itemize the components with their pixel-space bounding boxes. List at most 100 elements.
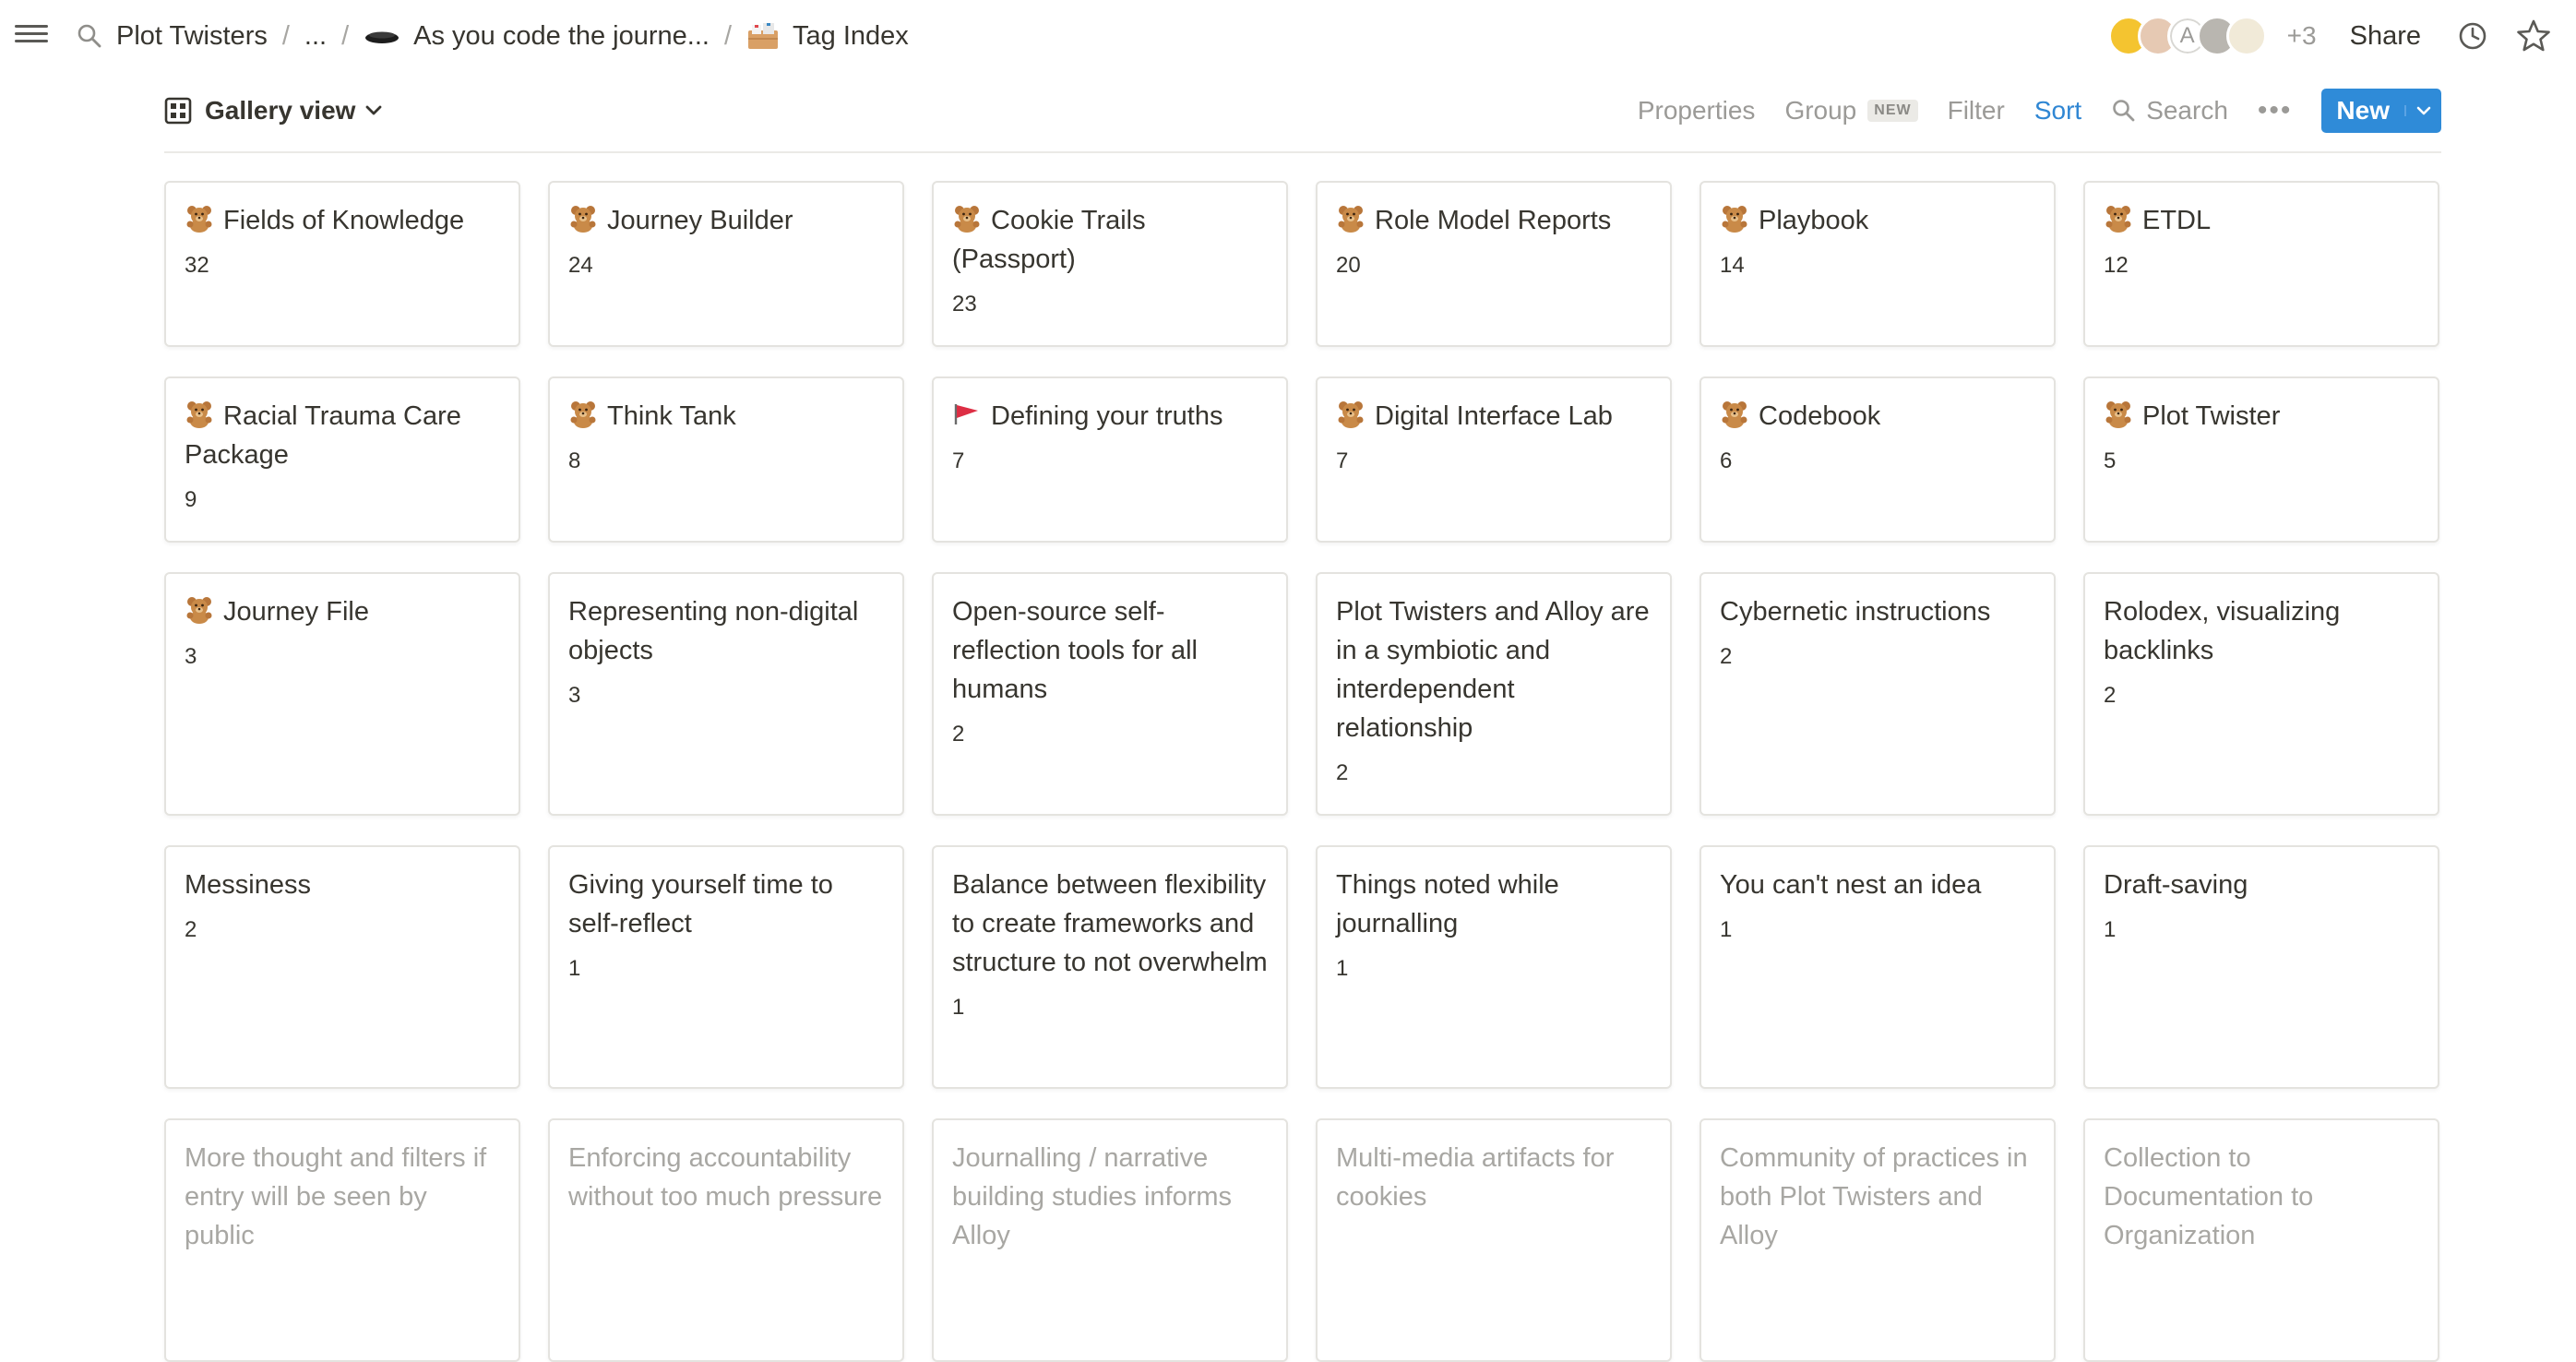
card-title: Cybernetic instructions — [1720, 592, 2035, 631]
card-count: 3 — [568, 683, 581, 708]
card-title: More thought and filters if entry will b… — [185, 1139, 500, 1255]
search-icon[interactable] — [76, 22, 103, 50]
collaborator-more-count[interactable]: +3 — [2287, 21, 2317, 51]
gallery-card[interactable]: Community of practices in both Plot Twis… — [1699, 1118, 2056, 1362]
card-title-text: Representing non-digital objects — [568, 597, 859, 665]
gallery-card[interactable]: Balance between flexibility to create fr… — [932, 845, 1288, 1089]
gallery-card[interactable]: Journey File 3 — [164, 572, 520, 816]
card-count: 2 — [952, 722, 965, 747]
gallery-card[interactable]: Cybernetic instructions 2 — [1699, 572, 2056, 816]
card-title-text: Journey File — [223, 597, 369, 627]
breadcrumb-separator: / — [341, 20, 350, 51]
card-title: Rolodex, visualizing backlinks — [2104, 592, 2419, 670]
gallery-card[interactable]: Racial Trauma Care Package 9 — [164, 376, 520, 543]
card-title-text: Multi-media artifacts for cookies — [1336, 1143, 1615, 1212]
gallery-card[interactable]: Playbook 14 — [1699, 181, 2056, 347]
breadcrumb-item-journey[interactable]: As you code the journe... — [364, 21, 710, 52]
breadcrumb-separator: / — [281, 20, 290, 51]
card-title: You can't nest an idea — [1720, 866, 2035, 904]
card-title: Fields of Knowledge — [185, 201, 500, 240]
favorite-star-icon[interactable] — [2515, 18, 2552, 54]
gallery-card[interactable]: Plot Twisters and Alloy are in a symbiot… — [1316, 572, 1672, 816]
breadcrumb-label: Tag Index — [793, 20, 909, 51]
teddy-bear-icon — [2104, 203, 2133, 233]
card-title-text: Giving yourself time to self-reflect — [568, 870, 833, 938]
card-count: 32 — [185, 253, 209, 278]
chevron-down-icon — [2416, 106, 2431, 115]
sort-button[interactable]: Sort — [2034, 96, 2081, 125]
card-title-text: Collection to Documentation to Organizat… — [2104, 1143, 2314, 1250]
sidebar-menu-icon[interactable] — [15, 20, 48, 50]
gallery-card[interactable]: Multi-media artifacts for cookies — [1316, 1118, 1672, 1362]
card-title: Draft-saving — [2104, 866, 2419, 904]
gallery-card[interactable]: Plot Twister 5 — [2083, 376, 2439, 543]
view-name: Gallery view — [205, 96, 356, 125]
gallery-card[interactable]: Giving yourself time to self-reflect 1 — [548, 845, 904, 1089]
gallery-card[interactable]: You can't nest an idea 1 — [1699, 845, 2056, 1089]
search-button[interactable]: Search — [2111, 96, 2228, 125]
group-button[interactable]: Group NEW — [1784, 96, 1918, 125]
breadcrumb-separator: / — [723, 20, 733, 51]
clock-history-icon[interactable] — [2454, 18, 2491, 54]
card-title: Think Tank — [568, 397, 884, 436]
teddy-bear-icon — [568, 399, 598, 428]
gallery-card[interactable]: Defining your truths 7 — [932, 376, 1288, 543]
gallery-card[interactable]: Messiness 2 — [164, 845, 520, 1089]
gallery-card[interactable]: Open-source self-reflection tools for al… — [932, 572, 1288, 816]
breadcrumb-item-plot-twisters[interactable]: Plot Twisters — [116, 21, 268, 52]
gallery-card[interactable]: Journalling / narrative building studies… — [932, 1118, 1288, 1362]
card-title-text: Journalling / narrative building studies… — [952, 1143, 1233, 1250]
gallery-card[interactable]: Role Model Reports 20 — [1316, 181, 1672, 347]
gallery-card[interactable]: ETDL 12 — [2083, 181, 2439, 347]
card-title: Giving yourself time to self-reflect — [568, 866, 884, 943]
breadcrumb-label: As you code the journe... — [413, 20, 710, 51]
card-count: 23 — [952, 292, 977, 317]
gallery-card[interactable]: Collection to Documentation to Organizat… — [2083, 1118, 2439, 1362]
search-icon — [2113, 100, 2135, 122]
card-count: 1 — [952, 995, 965, 1020]
gallery-card[interactable]: Digital Interface Lab 7 — [1316, 376, 1672, 543]
card-title: Things noted while journalling — [1336, 866, 1652, 943]
breadcrumb-item-tag-index[interactable]: Tag Index — [746, 21, 909, 52]
search-label: Search — [2146, 96, 2228, 125]
teddy-bear-icon — [185, 594, 214, 624]
collaborator-avatars[interactable]: A — [2107, 16, 2267, 56]
gallery-card[interactable]: Things noted while journalling 1 — [1316, 845, 1672, 1089]
filter-button[interactable]: Filter — [1948, 96, 2005, 125]
red-flag-icon — [952, 399, 982, 428]
new-dropdown-button[interactable] — [2404, 105, 2441, 116]
card-count: 7 — [952, 448, 965, 473]
gallery-card[interactable]: Think Tank 8 — [548, 376, 904, 543]
gallery-card[interactable]: Representing non-digital objects 3 — [548, 572, 904, 816]
gallery-card[interactable]: Rolodex, visualizing backlinks 2 — [2083, 572, 2439, 816]
card-title-text: Cybernetic instructions — [1720, 597, 1991, 627]
card-title-text: Defining your truths — [991, 401, 1223, 431]
gallery-card[interactable]: Enforcing accountability without too muc… — [548, 1118, 904, 1362]
card-title: Cookie Trails (Passport) — [952, 201, 1268, 279]
card-count: 12 — [2104, 253, 2129, 278]
card-title-text: Messiness — [185, 870, 311, 900]
properties-button[interactable]: Properties — [1638, 96, 1756, 125]
group-label: Group — [1784, 96, 1857, 125]
card-title-text: Plot Twister — [2142, 401, 2281, 431]
card-title: Journalling / narrative building studies… — [952, 1139, 1268, 1255]
gallery-card[interactable]: Fields of Knowledge 32 — [164, 181, 520, 347]
gallery-card[interactable]: More thought and filters if entry will b… — [164, 1118, 520, 1362]
view-selector[interactable]: Gallery view — [164, 96, 396, 125]
breadcrumb-item-ellipsis[interactable]: ... — [304, 21, 327, 52]
teddy-bear-icon — [952, 203, 982, 233]
gallery-card[interactable]: Codebook 6 — [1699, 376, 2056, 543]
gallery-card[interactable]: Draft-saving 1 — [2083, 845, 2439, 1089]
share-button[interactable]: Share — [2350, 21, 2421, 52]
more-options-icon[interactable]: ••• — [2258, 95, 2293, 126]
teddy-bear-icon — [185, 399, 214, 428]
top-right-actions: A +3 Share — [2107, 0, 2576, 72]
card-count: 14 — [1720, 253, 1745, 278]
gallery-card[interactable]: Journey Builder 24 — [548, 181, 904, 347]
card-title-text: Fields of Knowledge — [223, 206, 465, 235]
card-count: 3 — [185, 644, 197, 669]
gallery-card[interactable]: Cookie Trails (Passport) 23 — [932, 181, 1288, 347]
new-button[interactable]: New — [2321, 96, 2404, 125]
card-title-text: Open-source self-reflection tools for al… — [952, 597, 1198, 704]
card-title-text: You can't nest an idea — [1720, 870, 1982, 900]
